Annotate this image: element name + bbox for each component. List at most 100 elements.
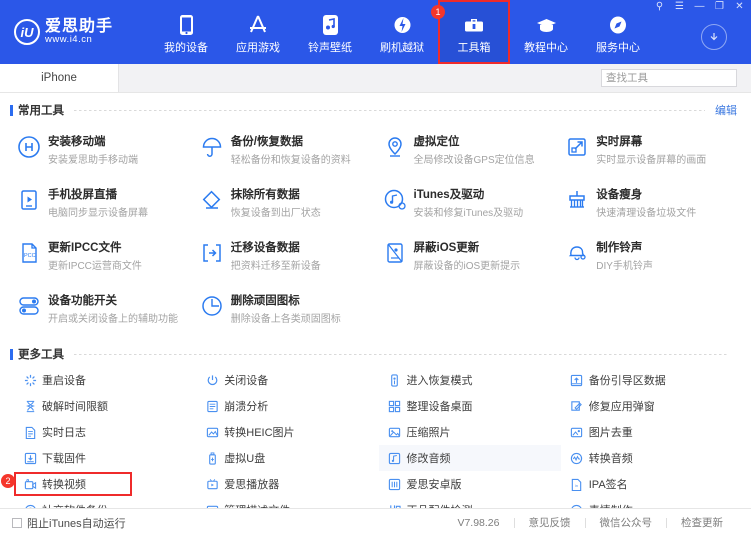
tool-desc: 更新IPCC运营商文件 (48, 261, 142, 272)
search-input[interactable] (606, 72, 741, 84)
appstore-icon (246, 10, 270, 36)
tool-fix-app-popup[interactable]: 修复应用弹窗 (561, 393, 743, 419)
nav-item-service-center[interactable]: 服务中心 (582, 0, 654, 64)
nav-item-apps-games[interactable]: 应用游戏 (222, 0, 294, 64)
nav-label: 刷机越狱 (380, 39, 424, 55)
tool-convert-video[interactable]: 2 转换视频 (14, 471, 196, 497)
clock-icon (195, 291, 229, 321)
bell-icon (560, 238, 594, 268)
tool-edit-audio[interactable]: 修改音频 (379, 445, 561, 471)
tool-block-ios-update[interactable]: 屏蔽iOS更新 屏蔽设备的iOS更新提示 (378, 231, 561, 284)
nav-item-toolbox[interactable]: 工具箱 (438, 0, 510, 64)
logo-mark: iU (14, 19, 40, 45)
download-icon[interactable] (701, 24, 727, 50)
tool-realtime-log[interactable]: 实时日志 (14, 419, 196, 445)
heic-convert-icon (200, 426, 224, 439)
tool-backup-restore[interactable]: 备份/恢复数据 轻松备份和恢复设备的资料 (195, 125, 378, 178)
close-icon[interactable]: ✕ (734, 2, 745, 12)
block-itunes-checkbox[interactable]: 阻止iTunes自动运行 (12, 515, 126, 531)
edit-link[interactable]: 编辑 (715, 102, 737, 118)
app-logo: iU 爱思助手 www.i4.cn (0, 0, 150, 64)
tool-i4-player[interactable]: 爱思播放器 (196, 471, 378, 497)
grid-icon (383, 400, 407, 413)
version-label: V7.98.26 (457, 517, 513, 529)
feedback-link[interactable]: 意见反馈 (515, 515, 585, 530)
tool-name: 设备功能开关 (48, 295, 117, 307)
flash-icon (394, 10, 411, 36)
nav-label: 工具箱 (458, 39, 491, 55)
usb-icon (200, 452, 224, 465)
tool-desc: 电脑同步显示设备屏幕 (48, 208, 148, 219)
tool-restart-device[interactable]: 重启设备 (14, 367, 196, 393)
tool-itunes-driver[interactable]: iTunes及驱动 安装和修复iTunes及驱动 (378, 178, 561, 231)
tool-make-ringtone[interactable]: 制作铃声 DIY手机铃声 (560, 231, 743, 284)
common-tools-header: 常用工具 编辑 (0, 99, 751, 121)
tool-backup-boot-data[interactable]: 备份引导区数据 (561, 367, 743, 393)
tool-erase-all-data[interactable]: 抹除所有数据 恢复设备到出厂状态 (195, 178, 378, 231)
tool-label: 修改音频 (407, 450, 451, 466)
tool-label: 进入恢复模式 (407, 372, 473, 388)
tool-label: 转换HEIC图片 (224, 424, 294, 440)
section-title: 更多工具 (18, 346, 64, 362)
tool-compress-photo[interactable]: 压缩照片 (379, 419, 561, 445)
tool-label: 下载固件 (42, 450, 86, 466)
tool-i4-android[interactable]: 爱思安卓版 (379, 471, 561, 497)
tool-organize-desktop[interactable]: 整理设备桌面 (379, 393, 561, 419)
tool-desc: DIY手机铃声 (596, 261, 653, 272)
tool-crack-time-limit[interactable]: 破解时间限额 (14, 393, 196, 419)
tab-iphone[interactable]: iPhone (0, 64, 118, 92)
nav-badge: 1 (431, 5, 445, 19)
tool-migrate-data[interactable]: 迁移设备数据 把资料迁移至新设备 (195, 231, 378, 284)
tool-label: 备份引导区数据 (589, 372, 666, 388)
tool-device-cleanup[interactable]: 设备瘦身 快速清理设备垃圾文件 (560, 178, 743, 231)
tool-dedupe-photos[interactable]: 图片去重 (561, 419, 743, 445)
tool-install-mobile[interactable]: 安装移动端 安装爱思助手移动端 (12, 125, 195, 178)
screen-mirror-icon (560, 132, 594, 162)
tool-delete-stubborn-icons[interactable]: 删除顽固图标 删除设备上各类顽固图标 (195, 284, 378, 337)
compress-photo-icon (383, 426, 407, 439)
tool-update-ipcc[interactable]: IPCC 更新IPCC文件 更新IPCC运营商文件 (12, 231, 195, 284)
location-pin-icon (378, 132, 412, 162)
tool-label: 崩溃分析 (224, 398, 268, 414)
tool-virtual-location[interactable]: 虚拟定位 全局修改设备GPS定位信息 (378, 125, 561, 178)
check-update-link[interactable]: 检查更新 (667, 515, 737, 530)
nav-item-ringtones-wallpaper[interactable]: 铃声壁纸 (294, 0, 366, 64)
audio-convert-icon (565, 452, 589, 465)
minimize-icon[interactable]: — (694, 2, 705, 12)
power-icon (200, 374, 224, 387)
tool-desc: 实时显示设备屏幕的画面 (596, 155, 706, 166)
nav-item-tutorial-center[interactable]: 教程中心 (510, 0, 582, 64)
eraser-icon (195, 185, 229, 215)
tool-shutdown-device[interactable]: 关闭设备 (196, 367, 378, 393)
main-nav: 我的设备 应用游戏 铃声壁纸 1 刷机越狱 工具箱 (150, 0, 654, 64)
tool-label: IPA签名 (589, 476, 628, 492)
window-controls[interactable]: ⚲ ☰ — ❐ ✕ (654, 2, 745, 12)
maximize-icon[interactable]: ❐ (714, 2, 725, 12)
footer-bar: 阻止iTunes自动运行 V7.98.26 意见反馈 微信公众号 检查更新 (0, 508, 751, 536)
pin-icon[interactable]: ⚲ (654, 2, 665, 12)
tool-download-firmware[interactable]: 下载固件 (14, 445, 196, 471)
toolbox-icon (463, 10, 485, 36)
tool-live-screen[interactable]: 实时屏幕 实时显示设备屏幕的画面 (560, 125, 743, 178)
nav-item-flash-jailbreak[interactable]: 1 刷机越狱 (366, 0, 438, 64)
sub-header-right (118, 64, 751, 92)
tool-desc: 安装和修复iTunes及驱动 (414, 208, 524, 219)
nav-item-my-device[interactable]: 我的设备 (150, 0, 222, 64)
tool-label: 破解时间限额 (42, 398, 108, 414)
tool-crash-analysis[interactable]: 崩溃分析 (196, 393, 378, 419)
tool-virtual-usb[interactable]: 虚拟U盘 (196, 445, 378, 471)
tool-device-feature-switch[interactable]: 设备功能开关 开启或关闭设备上的辅助功能 (12, 284, 195, 337)
tool-enter-recovery-mode[interactable]: 进入恢复模式 (379, 367, 561, 393)
tool-convert-heic[interactable]: 转换HEIC图片 (196, 419, 378, 445)
tool-desc: 全局修改设备GPS定位信息 (414, 155, 535, 166)
tool-screen-broadcast[interactable]: 手机投屏直播 电脑同步显示设备屏幕 (12, 178, 195, 231)
tool-ipa-sign[interactable]: in IPA签名 (561, 471, 743, 497)
more-tools-header: 更多工具 (0, 343, 751, 365)
nav-label: 铃声壁纸 (308, 39, 352, 55)
wechat-link[interactable]: 微信公众号 (586, 515, 667, 530)
menu-icon[interactable]: ☰ (674, 2, 685, 12)
search-box[interactable] (601, 69, 737, 87)
checkbox-box[interactable] (12, 518, 22, 528)
video-convert-icon (18, 478, 42, 491)
tool-convert-audio[interactable]: 转换音频 (561, 445, 743, 471)
